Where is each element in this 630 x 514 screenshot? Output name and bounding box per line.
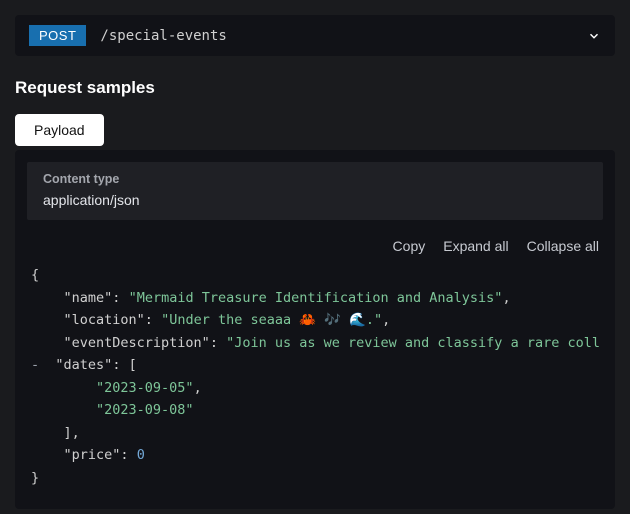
json-value-name: "Mermaid Treasure Identification and Ana… xyxy=(129,290,503,306)
section-title-request-samples: Request samples xyxy=(15,78,615,98)
json-value-date-1: "2023-09-08" xyxy=(96,402,194,418)
json-value-price: 0 xyxy=(137,447,145,463)
json-key-dates: "dates" xyxy=(55,357,112,373)
tab-row: Payload xyxy=(15,114,615,146)
endpoint-bar[interactable]: POST /special-events xyxy=(15,15,615,56)
content-type-label: Content type xyxy=(43,172,587,186)
content-type-value: application/json xyxy=(43,192,587,208)
json-key-location: "location" xyxy=(64,312,145,328)
endpoint-path: /special-events xyxy=(100,28,587,44)
json-value-eventdescription: "Join us as we review and classify a rar… xyxy=(226,335,600,351)
json-key-price: "price" xyxy=(64,447,121,463)
json-key-eventdescription: "eventDescription" xyxy=(64,335,210,351)
json-value-location: "Under the seaaa 🦀 🎶 🌊." xyxy=(161,312,382,328)
tab-payload[interactable]: Payload xyxy=(15,114,104,146)
code-actions: Copy Expand all Collapse all xyxy=(15,220,615,264)
chevron-down-icon xyxy=(587,29,601,43)
expand-all-button[interactable]: Expand all xyxy=(443,238,508,254)
method-badge: POST xyxy=(29,25,86,46)
content-type-box: Content type application/json xyxy=(27,162,603,220)
json-value-date-0: "2023-09-05" xyxy=(96,380,194,396)
sample-panel: Content type application/json Copy Expan… xyxy=(15,150,615,509)
copy-button[interactable]: Copy xyxy=(393,238,426,254)
json-key-name: "name" xyxy=(64,290,113,306)
json-code-block: { "name": "Mermaid Treasure Identificati… xyxy=(15,264,615,489)
collapse-all-button[interactable]: Collapse all xyxy=(527,238,599,254)
collapse-toggle-icon[interactable]: - xyxy=(31,357,39,373)
